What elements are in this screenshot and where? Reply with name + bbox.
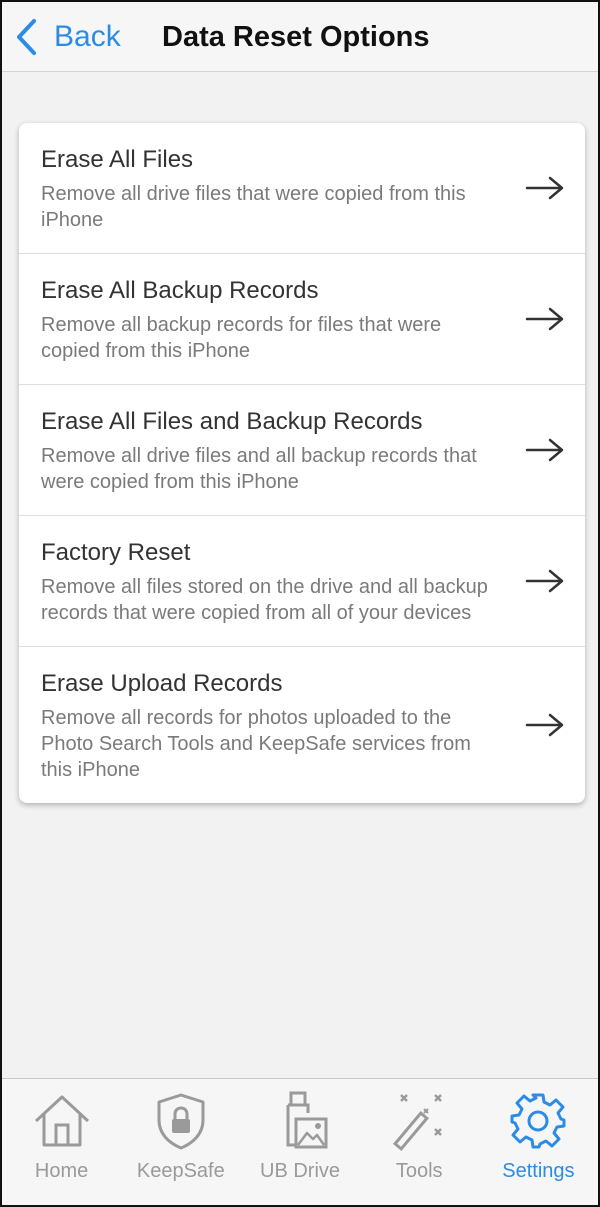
option-title: Erase All Backup Records	[41, 277, 319, 304]
shield-lock-icon	[157, 1093, 205, 1150]
arrow-right-icon	[525, 569, 564, 593]
option-title: Erase All Files and Backup Records	[41, 408, 423, 435]
tab-label: Home	[34, 1160, 89, 1182]
tab-label: UB Drive	[260, 1160, 341, 1182]
arrow-right-icon	[525, 438, 564, 462]
tab-label: Tools	[395, 1160, 443, 1182]
option-erase-all-files[interactable]: Erase All Files Remove all drive files t…	[19, 123, 585, 254]
option-description: Remove all drive files and all backup re…	[41, 445, 477, 493]
tab-ub-drive[interactable]: UB Drive	[240, 1079, 359, 1205]
usb-drive-icon	[286, 1091, 328, 1149]
option-description: Remove all files stored on the drive and…	[41, 576, 488, 624]
option-title: Factory Reset	[41, 539, 191, 566]
tab-keepsafe[interactable]: KeepSafe	[121, 1079, 240, 1205]
back-label: Back	[54, 20, 121, 53]
chevron-left-icon	[17, 19, 36, 55]
option-title: Erase All Files	[41, 146, 194, 173]
option-erase-files-and-backup-records[interactable]: Erase All Files and Backup Records Remov…	[19, 385, 585, 516]
back-button[interactable]: Back	[14, 16, 121, 58]
option-description: Remove all records for photos uploaded t…	[41, 707, 471, 781]
tab-label: KeepSafe	[136, 1160, 225, 1182]
arrow-right-icon	[525, 713, 564, 737]
option-description: Remove all backup records for files that…	[41, 314, 442, 362]
option-erase-all-backup-records[interactable]: Erase All Backup Records Remove all back…	[19, 254, 585, 385]
tab-home[interactable]: Home	[2, 1079, 121, 1205]
navigation-bar: Back Data Reset Options	[2, 2, 598, 72]
option-title: Erase Upload Records	[41, 670, 283, 697]
option-erase-upload-records[interactable]: Erase Upload Records Remove all records …	[19, 647, 585, 803]
option-factory-reset[interactable]: Factory Reset Remove all files stored on…	[19, 516, 585, 647]
page-title: Data Reset Options	[162, 21, 430, 53]
tab-bar: Home KeepSafe UB Drive Tools Settings	[2, 1078, 598, 1205]
home-icon	[34, 1095, 89, 1147]
tab-tools[interactable]: Tools	[360, 1079, 479, 1205]
reset-options-card: Erase All Files Remove all drive files t…	[19, 123, 585, 803]
gear-icon	[510, 1093, 566, 1149]
tab-settings[interactable]: Settings	[479, 1079, 598, 1205]
arrow-right-icon	[525, 176, 564, 200]
magic-wand-icon	[393, 1094, 443, 1152]
option-description: Remove all drive files that were copied …	[41, 183, 466, 231]
arrow-right-icon	[525, 307, 564, 331]
tab-label: Settings	[502, 1160, 575, 1182]
